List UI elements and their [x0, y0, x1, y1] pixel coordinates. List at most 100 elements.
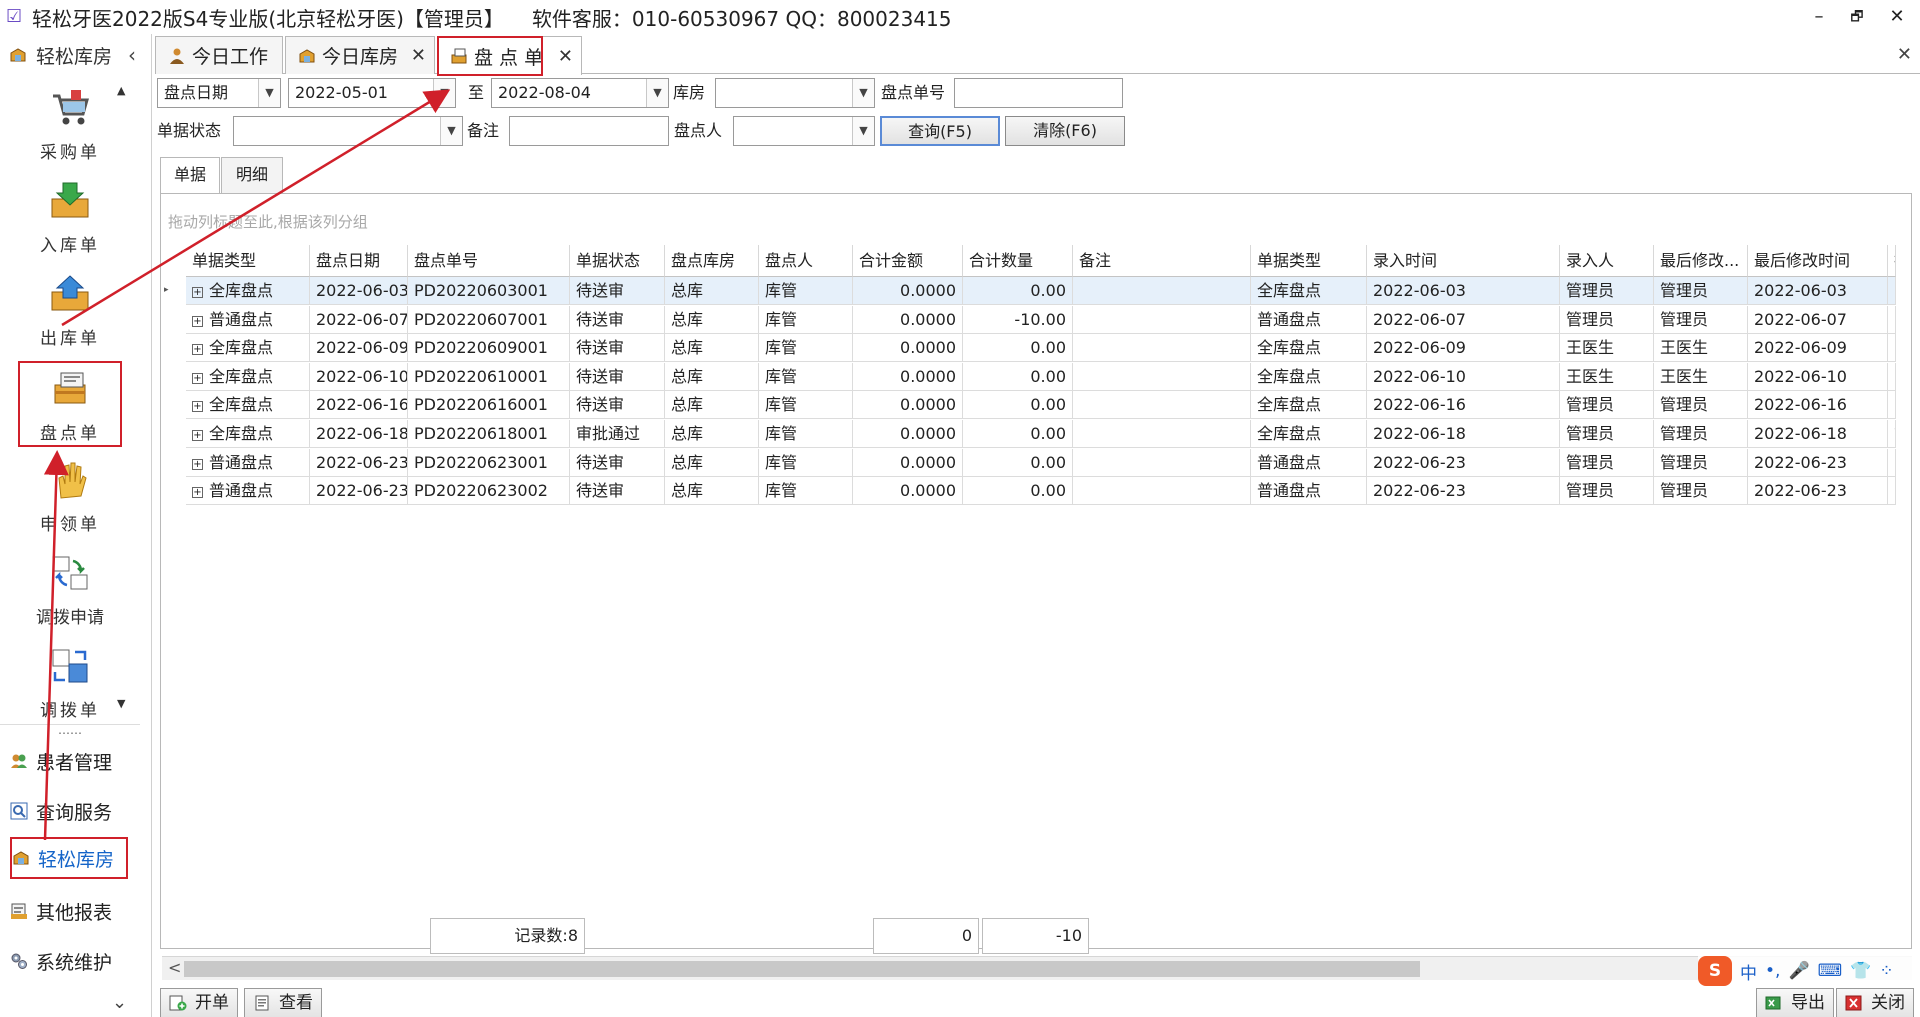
table-cell: + 全库盘点 — [186, 420, 310, 448]
chevron-down-icon[interactable]: ▼ — [440, 117, 462, 145]
group-by-hint[interactable]: 拖动列标题至此,根据该列分组 — [168, 211, 368, 232]
title-bar: ☑ 轻松牙医2022版S4专业版(北京轻松牙医)【管理员】 软件客服：010-6… — [0, 0, 1920, 34]
column-header[interactable]: 最后修改... — [1654, 245, 1748, 277]
tab-close-button[interactable]: ✕ — [411, 45, 426, 66]
cell-text: 2022-06-09 — [1754, 338, 1847, 358]
clear-button[interactable]: 清除(F6) — [1005, 116, 1125, 146]
expand-row-icon[interactable]: + — [192, 458, 203, 470]
subtab-documents[interactable]: 单据 — [160, 157, 220, 194]
table-cell: PD20220616001 — [408, 391, 570, 420]
nav-header-title: 轻松库房 — [36, 45, 113, 68]
minimize-button[interactable]: – — [1804, 4, 1834, 30]
patients-icon — [11, 754, 27, 768]
close-all-tabs-button[interactable]: ✕ — [1897, 44, 1912, 65]
chevron-down-icon[interactable]: ▼ — [852, 117, 874, 145]
tab-today-work[interactable]: 今日工作 — [155, 36, 283, 74]
close-page-button[interactable]: 关闭 — [1836, 988, 1914, 1017]
column-header[interactable]: 盘点人 — [759, 245, 853, 277]
nav-query-service[interactable]: 查询服务 — [10, 790, 128, 832]
query-button[interactable]: 查询(F5) — [880, 116, 1000, 146]
chevron-down-icon[interactable]: ▼ — [646, 79, 668, 107]
export-button[interactable]: 导出 — [1756, 988, 1834, 1017]
column-header[interactable]: 盘点单号 — [408, 245, 570, 277]
window-close-button[interactable]: ✕ — [1882, 4, 1912, 30]
subtab-details[interactable]: 明细 — [221, 157, 283, 193]
scroll-thumb[interactable] — [184, 961, 1420, 977]
order-no-input[interactable] — [954, 78, 1123, 108]
open-order-button[interactable]: 开单 — [160, 988, 238, 1017]
table-cell: 2022-06-07 — [1367, 305, 1560, 334]
tile-transfer-order[interactable]: 调拨单 — [18, 640, 122, 726]
collapse-nav-button[interactable]: ‹ — [128, 43, 136, 67]
ime-skin-icon[interactable]: 👕 — [1850, 961, 1871, 981]
column-header[interactable]: 备注 — [1073, 245, 1251, 277]
table-cell: 2022-06-16 — [1367, 391, 1560, 420]
column-header[interactable]: 单据类型 — [1251, 245, 1367, 277]
date-from-picker[interactable]: 2022-05-01 ▼ — [288, 78, 456, 108]
column-header[interactable]: 盘点库房 — [665, 245, 759, 277]
tile-transfer-request[interactable]: 调拨申请 — [18, 547, 122, 633]
tile-purchase-order[interactable]: 采购单 — [18, 82, 122, 168]
column-header[interactable]: 合计金额 — [853, 245, 963, 277]
tab-inventory-check[interactable]: 盘 点 单 ✕ — [437, 36, 582, 76]
tile-stock-out[interactable]: 出库单 — [18, 268, 122, 354]
warehouse-select[interactable]: ▼ — [715, 78, 875, 108]
status-select[interactable]: ▼ — [233, 116, 463, 146]
expand-row-icon[interactable]: + — [192, 372, 203, 384]
table-cell: 普通盘点 — [1251, 305, 1367, 334]
view-button[interactable]: 查看 — [244, 988, 322, 1017]
expand-row-icon[interactable]: + — [192, 430, 203, 441]
column-header[interactable]: 录入人 — [1560, 245, 1654, 277]
date-type-select[interactable]: 盘点日期 ▼ — [157, 78, 281, 108]
table-cell — [1073, 362, 1251, 391]
cell-text: 0.00 — [1030, 424, 1066, 443]
horizontal-scrollbar[interactable]: < — [162, 956, 1912, 980]
date-to-picker[interactable]: 2022-08-04 ▼ — [491, 78, 669, 108]
checker-label: 盘点人 — [674, 121, 723, 140]
column-header[interactable]: 盘点日期 — [310, 245, 408, 277]
tile-inventory-check[interactable]: 盘点单 — [18, 361, 122, 447]
tile-stock-in[interactable]: 入库单 — [18, 175, 122, 261]
remark-input[interactable] — [509, 116, 669, 146]
column-header[interactable]: 合计数量 — [963, 245, 1073, 277]
nav-patients[interactable]: 患者管理 — [10, 740, 128, 782]
checker-select[interactable]: ▼ — [733, 116, 875, 146]
column-header[interactable]: 最后修改时间 — [1748, 245, 1888, 277]
table-cell — [1888, 477, 1896, 506]
table-cell: 总库 — [665, 334, 759, 363]
tab-today-warehouse[interactable]: 今日库房 ✕ — [285, 36, 435, 74]
nav-splitter[interactable]: …… — [0, 724, 140, 738]
nav-other-reports[interactable]: 其他报表 — [10, 890, 128, 932]
ime-chinese-mode[interactable]: 中 — [1740, 959, 1757, 984]
ime-voice-icon[interactable]: 🎤 — [1788, 961, 1809, 981]
cell-text: 待送审 — [576, 281, 625, 300]
chevron-down-icon[interactable]: ▼ — [852, 79, 874, 107]
ime-toolbar[interactable]: S 中 •, 🎤 ⌨ 👕 ⁘ — [1698, 954, 1920, 988]
expand-row-icon[interactable]: + — [192, 287, 203, 298]
tile-requisition[interactable]: 申领单 — [18, 454, 122, 540]
table-cell: 0.0000 — [853, 305, 963, 334]
restore-button[interactable]: 🗗 — [1842, 4, 1872, 30]
nav-more-chevron-icon[interactable]: ⌄ — [112, 992, 127, 1013]
column-header[interactable]: 录入时间 — [1367, 245, 1560, 277]
chevron-down-icon[interactable]: ▼ — [258, 79, 280, 107]
column-header[interactable]: 单据状态 — [570, 245, 665, 277]
expand-row-icon[interactable]: + — [192, 315, 203, 327]
table-cell: 待送审 — [570, 277, 665, 305]
column-header[interactable]: 操 — [1888, 245, 1896, 277]
scroll-left-button[interactable]: < — [168, 958, 181, 977]
expand-row-icon[interactable]: + — [192, 401, 203, 413]
nav-warehouse[interactable]: 轻松库房 — [10, 837, 128, 879]
ime-keyboard-icon[interactable]: ⌨ — [1818, 961, 1843, 981]
expand-row-icon[interactable]: + — [192, 344, 203, 356]
ime-punctuation-icon[interactable]: •, — [1765, 961, 1780, 981]
chevron-down-icon[interactable]: ▼ — [433, 79, 455, 107]
nav-system-maintenance[interactable]: 系统维护 — [10, 940, 128, 982]
ime-menu-icon[interactable]: ⁘ — [1879, 961, 1893, 981]
tab-close-button[interactable]: ✕ — [558, 46, 573, 67]
column-header[interactable]: 单据类型 — [186, 245, 310, 277]
ime-logo-icon[interactable]: S — [1698, 956, 1732, 986]
cell-text: 2022-06-03 — [316, 281, 408, 300]
cell-text: 库管 — [765, 281, 798, 300]
expand-row-icon[interactable]: + — [192, 487, 203, 499]
